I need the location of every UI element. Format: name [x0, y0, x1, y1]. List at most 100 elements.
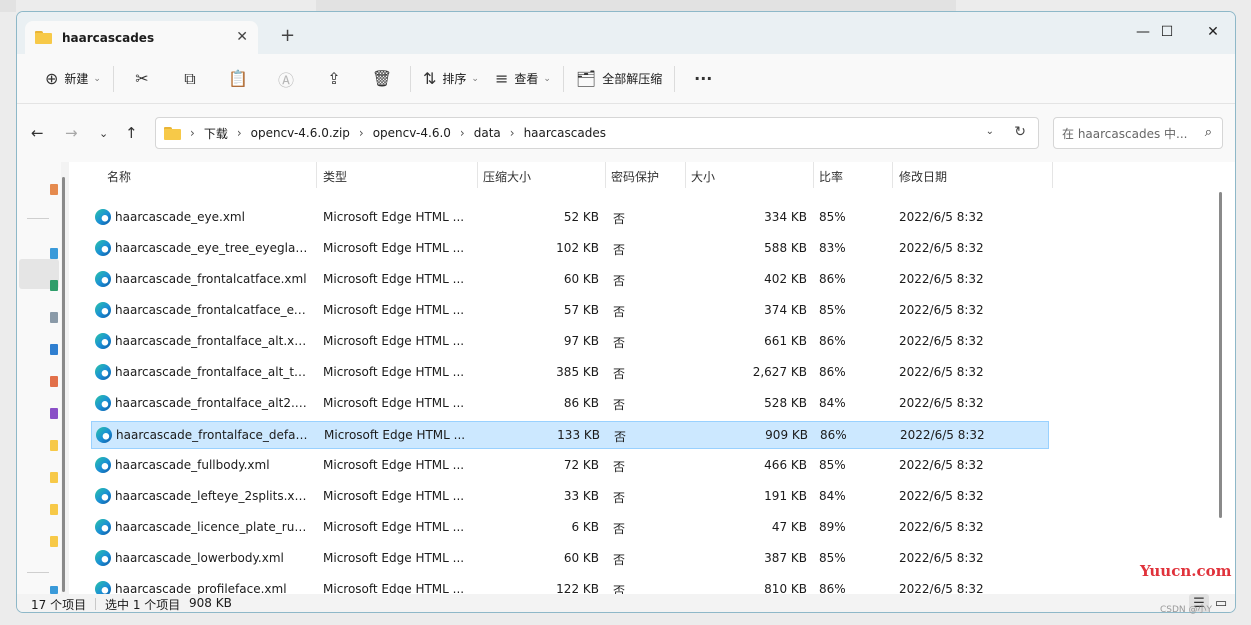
new-tab-icon[interactable]: + [280, 25, 295, 46]
file-size: 661 KB [764, 334, 807, 348]
sort-button[interactable]: ⇅ 排序 ⌄ [415, 62, 487, 96]
maximize-button[interactable]: ☐ [1147, 18, 1187, 46]
desktop-icon[interactable] [50, 248, 58, 259]
file-ratio: 84% [819, 396, 846, 410]
column-header-ratio[interactable]: 比率 [819, 168, 843, 185]
delete-button[interactable]: 🗑 [358, 62, 406, 96]
pictures-icon[interactable] [50, 344, 58, 355]
file-password: 否 [613, 460, 626, 474]
file-size: 334 KB [764, 210, 807, 224]
column-header-modified[interactable]: 修改日期 [899, 168, 947, 185]
column-header-name[interactable]: 名称 [107, 168, 131, 185]
downloads-icon[interactable] [50, 280, 58, 291]
column-header-compressed-size[interactable]: 压缩大小 [483, 168, 531, 185]
file-compressed-size: 6 KB [571, 520, 599, 534]
toolbar-divider [562, 65, 564, 92]
table-row[interactable]: haarcascade_frontalface_default... Micros… [91, 421, 1049, 449]
table-row[interactable]: haarcascade_frontalface_alt2.xml Microsof… [91, 390, 1049, 418]
file-compressed-size: 60 KB [563, 551, 599, 565]
table-row[interactable]: haarcascade_frontalface_alt_tre... Micros… [91, 359, 1049, 387]
tab-title: haarcascades [62, 30, 155, 45]
view-button[interactable]: ≡ 查看 ⌄ [487, 62, 559, 96]
cut-button[interactable]: ✂ [118, 62, 166, 96]
breadcrumb-opencv[interactable]: opencv-4.6.0 [373, 126, 451, 140]
file-modified: 2022/6/5 8:32 [899, 272, 984, 286]
file-list-scrollbar[interactable] [1219, 192, 1222, 518]
column-divider [685, 162, 686, 188]
table-row[interactable]: haarcascade_eye.xml Microsoft Edge HTML .… [91, 204, 1049, 232]
background-window-strip [0, 0, 16, 12]
column-header-size[interactable]: 大小 [691, 168, 715, 185]
share-button[interactable]: ⇪ [310, 62, 358, 96]
paste-button[interactable]: 📋 [214, 62, 262, 96]
forward-arrow-icon[interactable]: → [65, 124, 78, 142]
chevron-down-icon: ⌄ [471, 73, 479, 84]
column-header-type[interactable]: 类型 [323, 168, 347, 185]
more-options-button[interactable]: ··· [679, 62, 727, 96]
new-button[interactable]: ⊕ 新建 ⌄ [37, 62, 109, 96]
file-size: 402 KB [764, 272, 807, 286]
table-row[interactable]: haarcascade_eye_tree_eyeglass... Microsof… [91, 235, 1049, 263]
file-compressed-size: 385 KB [556, 365, 599, 379]
rename-button[interactable]: Ⓐ [262, 62, 310, 96]
folder-icon[interactable] [50, 440, 58, 451]
close-window-button[interactable]: ✕ [1193, 18, 1233, 46]
file-compressed-size: 33 KB [563, 489, 599, 503]
column-divider [605, 162, 606, 188]
videos-icon[interactable] [50, 408, 58, 419]
extract-all-button[interactable]: 🗂 全部解压缩 [568, 62, 670, 96]
file-list: ^ 名称 类型 压缩大小 密码保护 大小 比率 修改日期 haarcascade… [69, 162, 1235, 594]
edge-file-icon [95, 364, 111, 380]
file-name: haarcascade_eye.xml [115, 210, 245, 224]
file-name: haarcascade_frontalface_alt.xml [115, 334, 309, 348]
file-name: haarcascade_licence_plate_rus_... [115, 520, 309, 534]
file-name: haarcascade_frontalface_alt2.xml [115, 396, 309, 410]
breadcrumb-zip[interactable]: opencv-4.6.0.zip [251, 126, 350, 140]
edge-file-icon [96, 427, 112, 443]
search-input[interactable]: 在 haarcascades 中... ⌕ [1053, 117, 1223, 149]
documents-icon[interactable] [50, 312, 58, 323]
folder-icon [164, 126, 181, 140]
file-type: Microsoft Edge HTML ... [323, 272, 465, 286]
folder-icon[interactable] [50, 536, 58, 547]
folder-icon[interactable] [50, 472, 58, 483]
file-compressed-size: 52 KB [563, 210, 599, 224]
file-modified: 2022/6/5 8:32 [899, 520, 984, 534]
recent-locations-icon[interactable]: ⌄ [99, 127, 108, 140]
chevron-right-icon: › [358, 126, 364, 140]
file-compressed-size: 57 KB [563, 303, 599, 317]
breadcrumb-haarcascades[interactable]: haarcascades [524, 126, 606, 140]
address-bar[interactable]: › 下载 › opencv-4.6.0.zip › opencv-4.6.0 ›… [155, 117, 1039, 149]
folder-icon[interactable] [50, 504, 58, 515]
breadcrumb-downloads[interactable]: 下载 [204, 125, 228, 142]
table-row[interactable]: haarcascade_profileface.xml Microsoft Edg… [91, 576, 1049, 594]
table-row[interactable]: haarcascade_frontalcatface_ext... Microso… [91, 297, 1049, 325]
tab-haarcascades[interactable]: haarcascades ✕ [25, 21, 258, 54]
nav-scrollbar[interactable] [62, 177, 65, 592]
table-row[interactable]: haarcascade_frontalface_alt.xml Microsoft… [91, 328, 1049, 356]
file-compressed-size: 102 KB [556, 241, 599, 255]
refresh-icon[interactable]: ↻ [1014, 124, 1026, 140]
file-password: 否 [613, 274, 626, 288]
music-icon[interactable] [50, 376, 58, 387]
tiles-view-button[interactable]: ▭ [1211, 594, 1231, 612]
file-size: 374 KB [764, 303, 807, 317]
selection-count: 选中 1 个项目 [105, 598, 181, 612]
file-ratio: 89% [819, 520, 846, 534]
file-name: haarcascade_lefteye_2splits.xml [115, 489, 309, 503]
table-row[interactable]: haarcascade_lowerbody.xml Microsoft Edge … [91, 545, 1049, 573]
close-tab-icon[interactable]: ✕ [236, 29, 248, 45]
address-history-icon[interactable]: ⌄ [986, 126, 994, 137]
copy-button[interactable]: ⧉ [166, 62, 214, 96]
this-pc-icon[interactable] [50, 586, 58, 594]
back-arrow-icon[interactable]: ← [31, 124, 44, 142]
up-arrow-icon[interactable]: ↑ [125, 124, 138, 142]
home-icon[interactable] [50, 184, 58, 195]
table-row[interactable]: haarcascade_lefteye_2splits.xml Microsoft… [91, 483, 1049, 511]
file-modified: 2022/6/5 8:32 [899, 241, 984, 255]
table-row[interactable]: haarcascade_fullbody.xml Microsoft Edge H… [91, 452, 1049, 480]
column-header-password[interactable]: 密码保护 [611, 168, 659, 185]
table-row[interactable]: haarcascade_licence_plate_rus_... Microso… [91, 514, 1049, 542]
table-row[interactable]: haarcascade_frontalcatface.xml Microsoft … [91, 266, 1049, 294]
breadcrumb-data[interactable]: data [474, 126, 501, 140]
